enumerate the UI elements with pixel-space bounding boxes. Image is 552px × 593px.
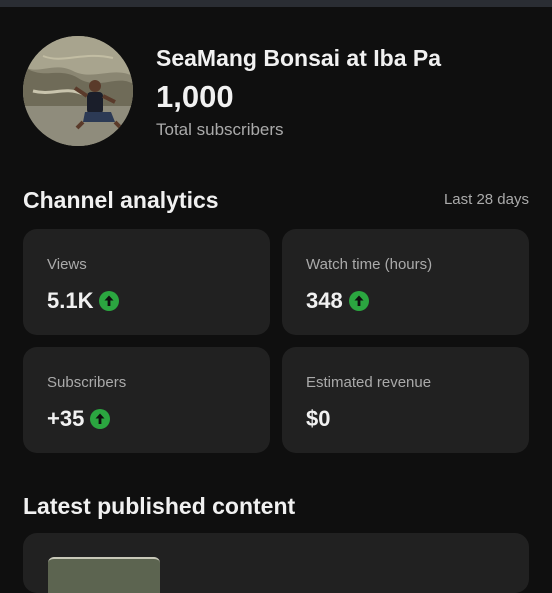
video-thumbnail[interactable] <box>48 557 160 593</box>
subscriber-label: Total subscribers <box>156 120 284 139</box>
arrow-up-icon <box>90 409 111 429</box>
card-value: 5.1K <box>47 288 94 313</box>
card-value: $0 <box>306 406 331 431</box>
card-label: Estimated revenue <box>306 374 432 391</box>
watch-time-card[interactable]: Watch time (hours) 348 <box>282 229 529 335</box>
card-label: Watch time (hours) <box>306 256 433 273</box>
subscribers-card[interactable]: Subscribers +35 <box>23 347 270 453</box>
latest-content-title: Latest published content <box>23 493 296 519</box>
card-label: Subscribers <box>47 374 127 391</box>
channel-avatar-photo <box>23 36 133 146</box>
channel-avatar[interactable] <box>23 36 133 146</box>
subscriber-count: 1,000 <box>156 79 234 114</box>
channel-info: SeaMang Bonsai at Iba Pa 1,000 Total sub… <box>156 44 441 141</box>
top-app-bar-edge <box>0 0 552 7</box>
views-card[interactable]: Views 5.1K <box>23 229 270 335</box>
latest-content-card[interactable] <box>23 533 529 593</box>
date-range-label: Last 28 days <box>443 191 529 208</box>
channel-analytics-title: Channel analytics <box>23 187 219 213</box>
arrow-up-icon <box>99 291 120 311</box>
card-value: 348 <box>306 288 343 313</box>
card-value: +35 <box>47 406 85 431</box>
card-label: Views <box>47 256 87 273</box>
estimated-revenue-card[interactable]: Estimated revenue $0 <box>282 347 529 453</box>
channel-header: SeaMang Bonsai at Iba Pa 1,000 Total sub… <box>23 35 533 147</box>
arrow-up-icon <box>348 291 369 311</box>
channel-name[interactable]: SeaMang Bonsai at Iba Pa <box>156 44 441 72</box>
